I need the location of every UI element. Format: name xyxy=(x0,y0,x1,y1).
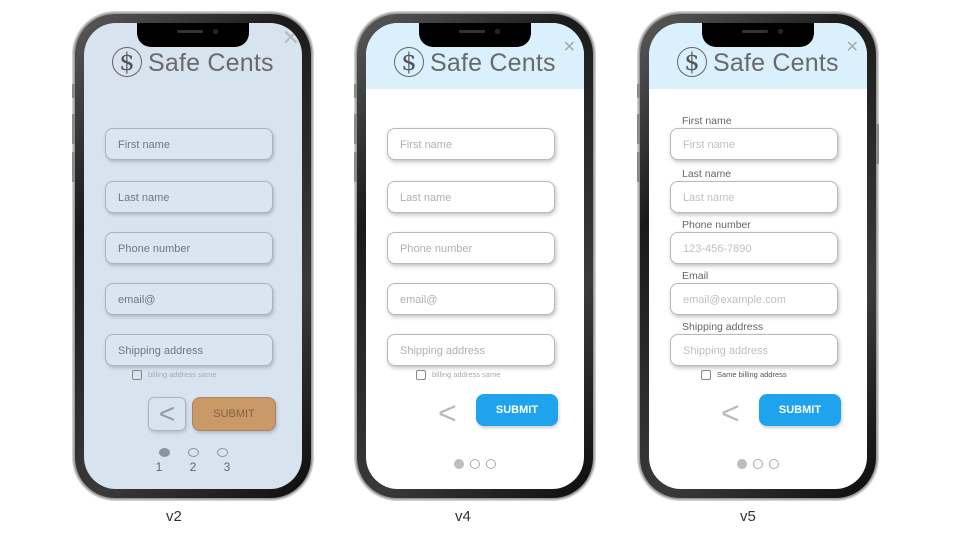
phone-mockup-v2: $ Safe Cents ✕ First name Last name Phon… xyxy=(72,14,311,498)
billing-same-checkbox-row[interactable]: billing address same xyxy=(132,370,217,381)
shipping-address-label: Shipping address xyxy=(682,321,764,333)
shipping-address-input[interactable]: Shipping address xyxy=(105,334,273,366)
phone-number-input[interactable]: 123-456-7890 xyxy=(670,232,838,264)
first-name-input[interactable]: First name xyxy=(670,128,838,160)
page-dot-3[interactable] xyxy=(769,459,779,469)
page-dot-1[interactable] xyxy=(737,459,747,469)
billing-same-label: billing address same xyxy=(432,370,501,379)
back-button[interactable]: < xyxy=(148,397,186,431)
page-dot-2[interactable] xyxy=(753,459,763,469)
email-input[interactable]: email@ xyxy=(105,283,273,315)
submit-button[interactable]: SUBMIT xyxy=(759,394,841,426)
back-button[interactable]: < xyxy=(721,397,740,429)
first-name-input[interactable]: First name xyxy=(387,128,555,160)
billing-same-label: billing address same xyxy=(148,370,217,379)
page-dot-3[interactable] xyxy=(216,448,228,457)
billing-same-checkbox-row[interactable]: Same billing address xyxy=(701,370,787,381)
billing-same-checkbox-row[interactable]: billing address same xyxy=(416,370,501,381)
dollar-logo-icon: $ xyxy=(112,47,142,77)
email-input[interactable]: email@example.com xyxy=(670,283,838,315)
screen: $ Safe Cents ✕ First name First name Las… xyxy=(649,23,867,489)
close-icon[interactable]: ✕ xyxy=(282,25,300,51)
phone-number-label: Phone number xyxy=(682,219,751,231)
phone-number-input[interactable]: Phone number xyxy=(105,232,273,264)
close-icon[interactable]: ✕ xyxy=(563,37,576,57)
first-name-label: First name xyxy=(682,115,732,127)
brand-name: Safe Cents xyxy=(713,49,839,77)
first-name-input[interactable]: First name xyxy=(105,128,273,160)
notch xyxy=(702,23,814,47)
notch xyxy=(419,23,531,47)
billing-same-checkbox[interactable] xyxy=(132,370,142,381)
page-number-1: 1 xyxy=(155,460,163,474)
billing-same-label: Same billing address xyxy=(717,370,787,379)
notch xyxy=(137,23,249,47)
last-name-input[interactable]: Last name xyxy=(670,181,838,213)
caption-v2: v2 xyxy=(166,508,182,525)
page-number-3: 3 xyxy=(223,460,231,474)
last-name-input[interactable]: Last name xyxy=(387,181,555,213)
submit-button[interactable]: SUBMIT xyxy=(476,394,558,426)
email-label: Email xyxy=(682,270,709,282)
phone-mockup-v4: $ Safe Cents ✕ First name Last name Phon… xyxy=(354,14,593,498)
page-dot-1[interactable] xyxy=(454,459,464,469)
page-number-2: 2 xyxy=(189,460,197,474)
brand-name: Safe Cents xyxy=(148,49,274,77)
shipping-address-input[interactable]: Shipping address xyxy=(670,334,838,366)
billing-same-checkbox[interactable] xyxy=(416,370,426,381)
email-input[interactable]: email@ xyxy=(387,283,555,315)
last-name-input[interactable]: Last name xyxy=(105,181,273,213)
page-indicator xyxy=(649,456,867,474)
submit-button[interactable]: SUBMIT xyxy=(192,397,276,431)
billing-same-checkbox[interactable] xyxy=(701,370,711,381)
page-dot-3[interactable] xyxy=(486,459,496,469)
page-numbers: 1 2 3 xyxy=(84,460,302,474)
screen: $ Safe Cents ✕ First name Last name Phon… xyxy=(366,23,584,489)
back-button[interactable]: < xyxy=(438,397,457,429)
page-dot-2[interactable] xyxy=(187,448,199,457)
page-dot-2[interactable] xyxy=(470,459,480,469)
brand-name: Safe Cents xyxy=(430,49,556,77)
caption-v4: v4 xyxy=(455,508,471,525)
screen: $ Safe Cents ✕ First name Last name Phon… xyxy=(84,23,302,489)
last-name-label: Last name xyxy=(682,168,732,180)
close-icon[interactable]: ✕ xyxy=(846,37,859,57)
page-dot-1[interactable] xyxy=(158,448,170,457)
shipping-address-input[interactable]: Shipping address xyxy=(387,334,555,366)
caption-v5: v5 xyxy=(740,508,756,525)
dollar-logo-icon: $ xyxy=(394,47,424,77)
phone-mockup-v5: $ Safe Cents ✕ First name First name Las… xyxy=(637,14,879,498)
phone-number-input[interactable]: Phone number xyxy=(387,232,555,264)
dollar-logo-icon: $ xyxy=(677,47,707,77)
page-indicator xyxy=(366,456,584,474)
